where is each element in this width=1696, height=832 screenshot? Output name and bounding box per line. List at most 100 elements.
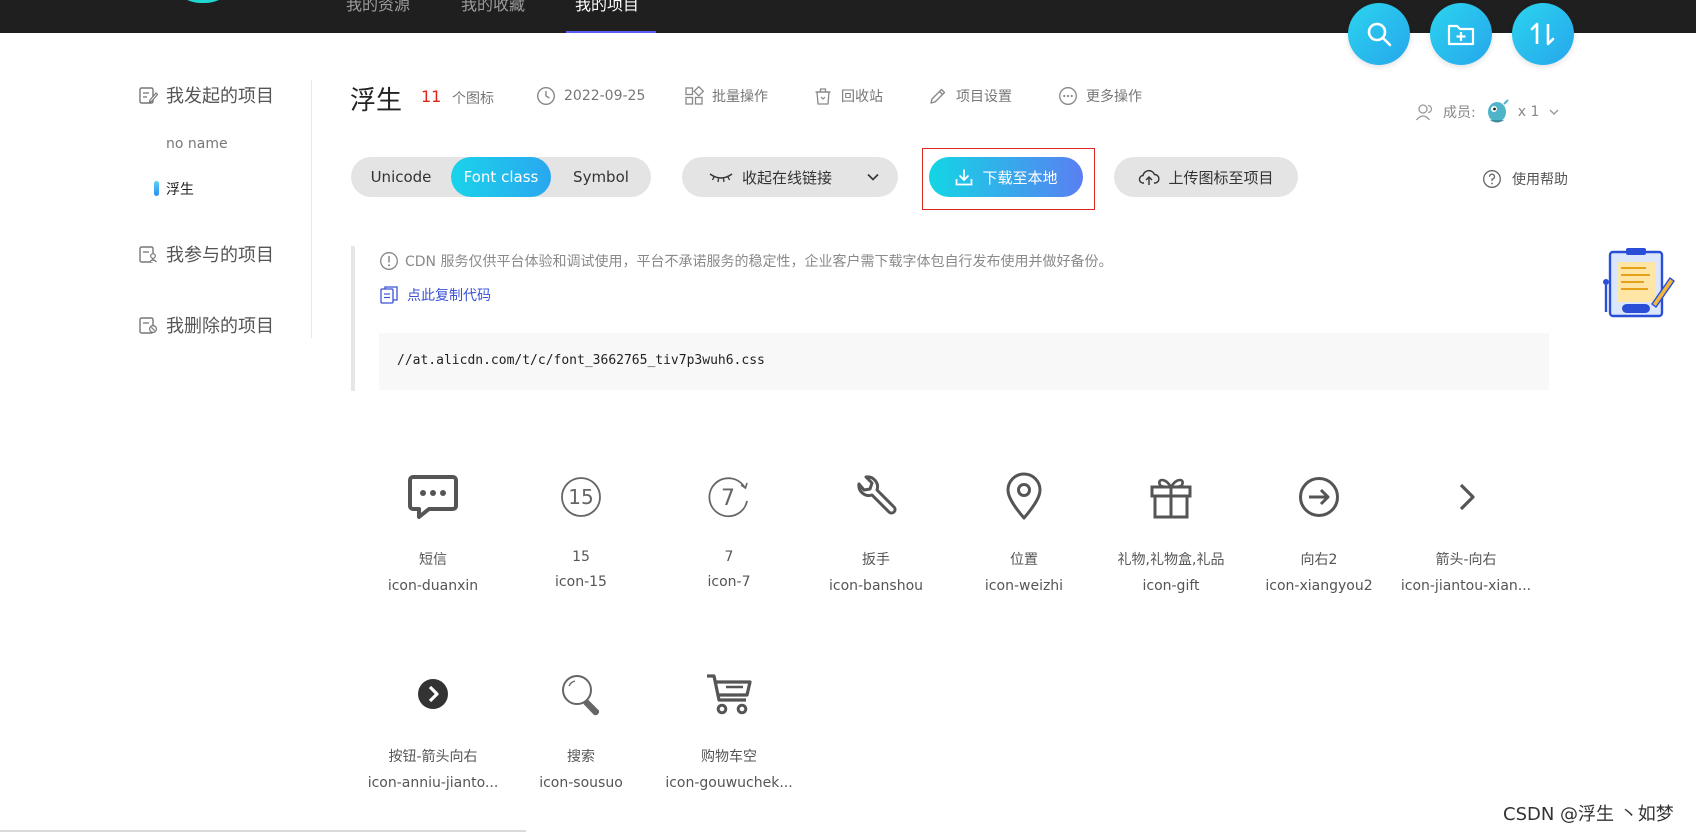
recycle-bin-button[interactable]: 回收站 xyxy=(813,85,883,107)
members-icon xyxy=(1415,104,1433,121)
circle-arrow-right-icon xyxy=(1299,477,1339,517)
icon-count: 11 xyxy=(421,87,442,106)
more-dots-icon xyxy=(1059,87,1077,105)
icon-card-gift[interactable]: 礼物,礼物盒,礼品 icon-gift xyxy=(1097,467,1245,594)
sort-icon xyxy=(1530,22,1555,46)
cloud-upload-icon xyxy=(1139,169,1161,185)
svg-text:15: 15 xyxy=(568,485,593,509)
number-15-icon: 15 xyxy=(561,477,601,517)
icon-card-name: 购物车空 xyxy=(701,749,757,765)
icon-card-sousuo[interactable]: 搜索 icon-sousuo xyxy=(507,664,655,791)
trash-icon xyxy=(815,88,831,105)
sidebar-divider xyxy=(311,80,312,338)
add-folder-fab-button[interactable] xyxy=(1430,3,1492,65)
sort-fab-button[interactable] xyxy=(1512,3,1574,65)
copy-icon xyxy=(380,286,398,304)
icon-card-anniu-jiantou[interactable]: 按钮-箭头向右 icon-anniu-jianto... xyxy=(359,664,507,791)
icon-card-code: icon-gouwuchek... xyxy=(665,775,793,791)
icon-card-name: 扳手 xyxy=(862,552,890,568)
svg-text:7: 7 xyxy=(721,486,735,511)
quick-view-mascot[interactable] xyxy=(1600,248,1676,322)
deleted-doc-icon xyxy=(139,317,158,334)
icon-card-code: icon-jiantou-xian... xyxy=(1400,578,1532,594)
clock-icon xyxy=(536,86,556,106)
members-count: x 1 xyxy=(1517,104,1540,120)
icon-card-name: 箭头-向右 xyxy=(1435,552,1497,568)
info-circle-icon xyxy=(380,252,398,270)
number-7-icon: 7 xyxy=(708,477,748,518)
location-icon xyxy=(1006,472,1042,520)
chevron-right-icon xyxy=(1459,483,1475,511)
chevron-down-icon xyxy=(1549,109,1559,115)
avatar xyxy=(1487,99,1509,123)
nav-item-projects[interactable]: 我的项目 xyxy=(575,0,639,33)
icon-card-code: icon-sousuo xyxy=(539,775,623,791)
css-link-code: //at.alicdn.com/t/c/font_3662765_tiv7p3w… xyxy=(397,353,765,368)
project-date-text: 2022-09-25 xyxy=(564,88,646,104)
icon-card-7[interactable]: 7 7 icon-7 xyxy=(655,467,803,590)
icon-card-code: icon-gift xyxy=(1142,578,1200,594)
icon-card-code: icon-7 xyxy=(707,574,751,590)
add-folder-icon xyxy=(1447,24,1475,46)
icon-card-code: icon-banshou xyxy=(828,578,924,594)
icon-card-code: icon-anniu-jianto... xyxy=(367,775,499,791)
icon-card-name: 位置 xyxy=(1010,552,1038,568)
nav-active-underline xyxy=(566,31,656,33)
tab-font-class[interactable]: Font class xyxy=(451,157,551,197)
download-local-button[interactable]: 下载至本地 xyxy=(929,157,1083,197)
project-settings-button[interactable]: 项目设置 xyxy=(928,85,1012,107)
search-icon xyxy=(1367,22,1392,47)
sidebar-project-noname[interactable]: no name xyxy=(166,136,228,152)
nav-item-favorites[interactable]: 我的收藏 xyxy=(461,0,525,33)
copy-code-link[interactable]: 点此复制代码 xyxy=(379,285,491,305)
search-icon xyxy=(562,675,600,716)
icon-card-name: 7 xyxy=(724,549,734,565)
batch-operation-button[interactable]: 批量操作 xyxy=(684,85,768,107)
filled-circle-chevron-icon xyxy=(418,679,448,709)
icon-card-xiangyou2[interactable]: 向右2 icon-xiangyou2 xyxy=(1245,467,1393,594)
nav-item-resources[interactable]: 我的资源 xyxy=(346,0,410,33)
code-format-tabs: Unicode Font class Symbol xyxy=(351,157,651,197)
icon-card-jiantou-xiangyou[interactable]: 箭头-向右 icon-jiantou-xian... xyxy=(1392,467,1540,594)
icon-card-code: icon-weizhi xyxy=(984,578,1064,594)
icon-card-name: 短信 xyxy=(419,552,447,568)
members-dropdown[interactable]: 成员: x 1 xyxy=(1415,98,1561,126)
tab-symbol[interactable]: Symbol xyxy=(551,157,651,197)
sidebar-section-created[interactable]: 我发起的项目 xyxy=(138,80,274,110)
cart-icon xyxy=(707,674,752,715)
help-link[interactable]: 使用帮助 xyxy=(1482,169,1568,189)
css-link-code-box[interactable]: //at.alicdn.com/t/c/font_3662765_tiv7p3w… xyxy=(379,333,1549,390)
icon-card-gouwuche[interactable]: 购物车空 icon-gouwuchek... xyxy=(655,664,803,791)
user-doc-icon xyxy=(139,246,157,263)
download-local-label: 下载至本地 xyxy=(982,168,1058,187)
search-fab-button[interactable] xyxy=(1348,3,1410,65)
icon-card-name: 向右2 xyxy=(1300,552,1338,568)
sms-icon xyxy=(408,475,458,519)
icon-card-15[interactable]: 15 15 icon-15 xyxy=(507,467,655,590)
grid-icon xyxy=(685,86,704,105)
logo[interactable] xyxy=(168,0,238,3)
download-icon xyxy=(956,169,973,186)
sidebar-section-deleted[interactable]: 我删除的项目 xyxy=(138,310,274,340)
tab-unicode[interactable]: Unicode xyxy=(351,157,451,197)
upload-icons-label: 上传图标至项目 xyxy=(1168,168,1274,187)
sidebar-project-fusheng[interactable]: 浮生 xyxy=(154,179,194,199)
help-label: 使用帮助 xyxy=(1512,172,1568,188)
batch-operation-label: 批量操作 xyxy=(712,89,768,105)
project-date: 2022-09-25 xyxy=(536,85,645,107)
sidebar-section-joined[interactable]: 我参与的项目 xyxy=(138,239,274,269)
gift-icon xyxy=(1150,478,1192,519)
collapse-online-link-button[interactable]: 收起在线链接 xyxy=(682,157,898,197)
icon-card-name: 搜索 xyxy=(567,749,595,765)
collapse-online-link-label: 收起在线链接 xyxy=(742,168,833,187)
members-label: 成员: xyxy=(1443,105,1476,121)
icon-card-duanxin[interactable]: 短信 icon-duanxin xyxy=(359,467,507,594)
chevron-down-icon xyxy=(867,173,879,181)
more-operations-label: 更多操作 xyxy=(1086,89,1142,105)
icon-card-code: icon-duanxin xyxy=(387,578,479,594)
more-operations-button[interactable]: 更多操作 xyxy=(1058,85,1142,107)
icon-card-banshou[interactable]: 扳手 icon-banshou xyxy=(802,467,950,594)
project-title: 浮生 xyxy=(350,86,403,116)
upload-icons-button[interactable]: 上传图标至项目 xyxy=(1114,157,1298,197)
icon-card-weizhi[interactable]: 位置 icon-weizhi xyxy=(950,467,1098,594)
